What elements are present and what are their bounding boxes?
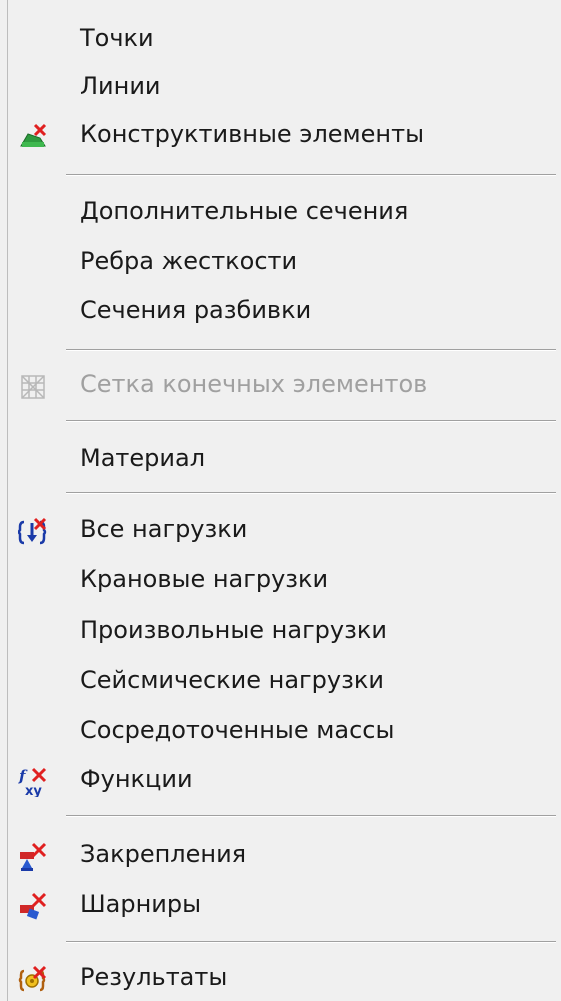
menu-item-functions[interactable]: f xy Функции bbox=[8, 755, 556, 803]
menu-item-hinges[interactable]: Шарниры bbox=[8, 880, 556, 928]
menu-separator bbox=[66, 492, 556, 494]
context-menu: Точки Линии Конструктивные элементы Допо… bbox=[0, 0, 561, 1001]
menu-item-structural-elements[interactable]: Конструктивные элементы bbox=[8, 110, 556, 158]
all-loads-icon bbox=[17, 515, 48, 545]
menu-separator bbox=[66, 815, 556, 817]
menu-item-additional-sections[interactable]: Дополнительные сечения bbox=[8, 187, 556, 235]
menu-item-label: Крановые нагрузки bbox=[80, 565, 329, 593]
menu-item-label: Точки bbox=[80, 24, 154, 52]
menu-item-finite-element-mesh: Сетка конечных элементов bbox=[8, 360, 556, 408]
menu-item-all-loads[interactable]: Все нагрузки bbox=[8, 505, 556, 553]
supports-icon bbox=[18, 840, 48, 871]
results-icon bbox=[18, 963, 48, 993]
menu-item-lines[interactable]: Линии bbox=[8, 62, 556, 110]
hinges-icon bbox=[18, 890, 48, 920]
menu-item-results[interactable]: Результаты bbox=[8, 953, 556, 1001]
menu-item-label: Сетка конечных элементов bbox=[80, 370, 428, 398]
menu-item-label: Материал bbox=[80, 444, 206, 472]
menu-item-label: Шарниры bbox=[80, 890, 202, 918]
menu-item-label: Дополнительные сечения bbox=[80, 197, 409, 225]
menu-item-material[interactable]: Материал bbox=[8, 434, 556, 482]
menu-item-stiffening-ribs[interactable]: Ребра жесткости bbox=[8, 237, 556, 285]
menu-separator bbox=[66, 174, 556, 176]
menu-item-division-sections[interactable]: Сечения разбивки bbox=[8, 286, 556, 334]
menu-item-label: Линии bbox=[80, 72, 161, 100]
menu-item-concentrated-masses[interactable]: Сосредоточенные массы bbox=[8, 706, 556, 754]
menu-item-supports[interactable]: Закрепления bbox=[8, 830, 556, 878]
menu-item-arbitrary-loads[interactable]: Произвольные нагрузки bbox=[8, 606, 556, 654]
menu-item-label: Сейсмические нагрузки bbox=[80, 666, 384, 694]
structural-elements-icon bbox=[18, 120, 48, 150]
menu-item-seismic-loads[interactable]: Сейсмические нагрузки bbox=[8, 656, 556, 704]
menu-item-label: Произвольные нагрузки bbox=[80, 616, 387, 644]
svg-text:f: f bbox=[18, 767, 28, 785]
menu-item-label: Результаты bbox=[80, 963, 228, 991]
menu-item-label: Ребра жесткости bbox=[80, 247, 298, 275]
mesh-icon bbox=[18, 370, 48, 400]
functions-icon: f xy bbox=[18, 765, 48, 799]
menu-item-label: Все нагрузки bbox=[80, 515, 248, 543]
menu-separator bbox=[66, 941, 556, 943]
menu-separator bbox=[66, 349, 556, 351]
menu-item-label: Конструктивные элементы bbox=[80, 120, 425, 148]
menu-separator bbox=[66, 420, 556, 422]
menu-item-label: Сосредоточенные массы bbox=[80, 716, 395, 744]
menu-item-label: Функции bbox=[80, 765, 193, 793]
menu-item-points[interactable]: Точки bbox=[8, 14, 556, 62]
menu-item-crane-loads[interactable]: Крановые нагрузки bbox=[8, 555, 556, 603]
svg-text:xy: xy bbox=[25, 784, 42, 797]
menu-item-label: Сечения разбивки bbox=[80, 296, 312, 324]
menu-item-label: Закрепления bbox=[80, 840, 247, 868]
